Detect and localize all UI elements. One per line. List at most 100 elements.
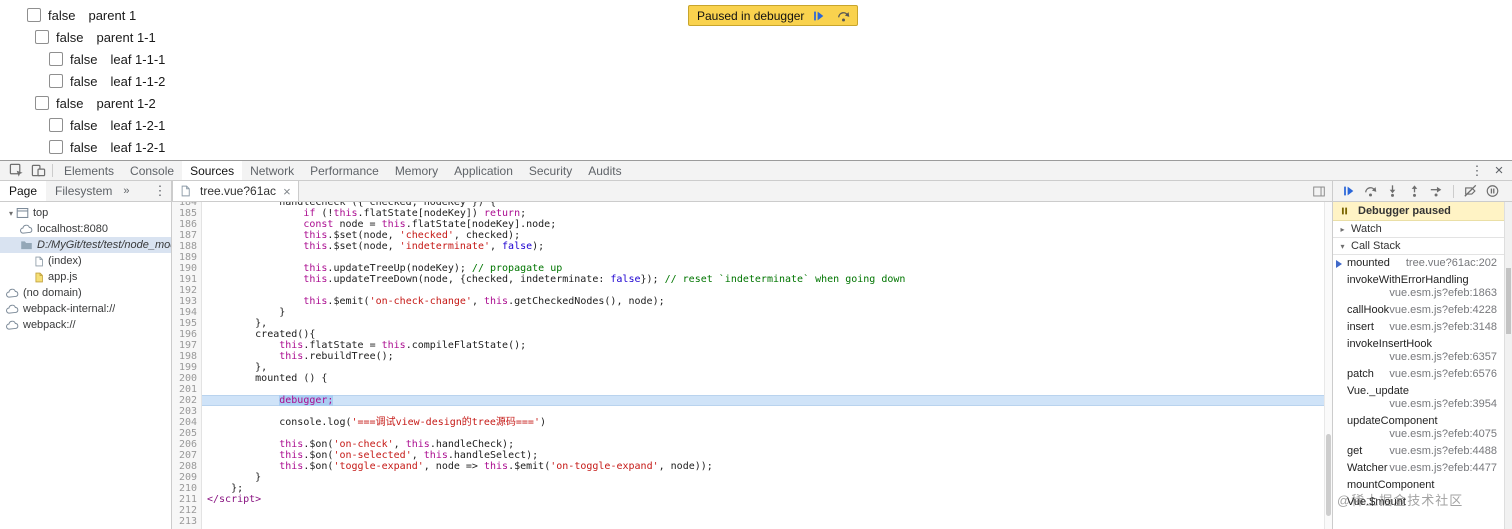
- code-line[interactable]: this.$set(node, 'checked', checked);: [207, 230, 1332, 241]
- toggle-sidebar-icon[interactable]: [1312, 181, 1332, 201]
- gutter-line-number[interactable]: 200: [172, 373, 197, 384]
- deactivate-breakpoints-icon[interactable]: [1462, 183, 1479, 200]
- tab-elements[interactable]: Elements: [56, 161, 122, 180]
- gutter-line-number[interactable]: 211: [172, 494, 197, 505]
- editor-code[interactable]: handleCheck ({ checked, nodeKey }) { if …: [202, 202, 1332, 529]
- window-scrollbar[interactable]: [1504, 202, 1512, 529]
- code-line[interactable]: };: [207, 483, 1332, 494]
- file-tree-item[interactable]: D:/MyGit/test/test/node_modules/vie: [0, 237, 171, 253]
- step-over-icon[interactable]: [833, 9, 854, 23]
- frame-location[interactable]: vue.esm.js?efeb:6357: [1389, 351, 1497, 364]
- devtools-close-icon[interactable]: ×: [1488, 162, 1510, 179]
- window-scrollbar-thumb[interactable]: [1506, 268, 1511, 334]
- code-line[interactable]: },: [207, 362, 1332, 373]
- code-line[interactable]: this.$set(node, 'indeterminate', false);: [207, 241, 1332, 252]
- file-tree-item[interactable]: (no domain): [0, 285, 171, 301]
- gutter-line-number[interactable]: 189: [172, 252, 197, 263]
- code-line[interactable]: [207, 384, 1332, 395]
- call-stack-frame[interactable]: Watcher vue.esm.js?efeb:4477: [1333, 460, 1504, 477]
- devtools-menu-icon[interactable]: ⋮: [1466, 163, 1488, 179]
- file-tree-item[interactable]: webpack://: [0, 317, 171, 333]
- gutter-line-number[interactable]: 209: [172, 472, 197, 483]
- gutter-line-number[interactable]: 203: [172, 406, 197, 417]
- gutter-line-number[interactable]: 187: [172, 230, 197, 241]
- step-icon[interactable]: [1428, 183, 1445, 200]
- code-line[interactable]: this.updateTreeUp(nodeKey); // propagate…: [207, 263, 1332, 274]
- code-line[interactable]: if (!this.flatState[nodeKey]) return;: [207, 208, 1332, 219]
- call-stack-section-header[interactable]: ▾ Call Stack: [1333, 238, 1504, 255]
- tab-close-icon[interactable]: ×: [281, 184, 293, 199]
- code-line[interactable]: created(){: [207, 329, 1332, 340]
- gutter-line-number[interactable]: 205: [172, 428, 197, 439]
- tree-checkbox[interactable]: [49, 74, 63, 88]
- code-line[interactable]: </script>: [207, 494, 1332, 505]
- gutter-line-number[interactable]: 199: [172, 362, 197, 373]
- gutter-line-number[interactable]: 198: [172, 351, 197, 362]
- gutter-line-number[interactable]: 210: [172, 483, 197, 494]
- call-stack-frame[interactable]: invokeInsertHook vue.esm.js?efeb:6357: [1333, 336, 1504, 366]
- gutter-line-number[interactable]: 192: [172, 285, 197, 296]
- code-line[interactable]: const node = this.flatState[nodeKey].nod…: [207, 219, 1332, 230]
- tab-network[interactable]: Network: [242, 161, 302, 180]
- code-line[interactable]: this.rebuildTree();: [207, 351, 1332, 362]
- code-line[interactable]: mounted () {: [207, 373, 1332, 384]
- gutter-line-number[interactable]: 191: [172, 274, 197, 285]
- tree-checkbox[interactable]: [49, 118, 63, 132]
- gutter-line-number[interactable]: 195: [172, 318, 197, 329]
- gutter-line-number[interactable]: 206: [172, 439, 197, 450]
- tree-node-label[interactable]: leaf 1-1-2: [110, 74, 165, 89]
- call-stack-frame[interactable]: callHook vue.esm.js?efeb:4228: [1333, 302, 1504, 319]
- frame-location[interactable]: tree.vue?61ac:202: [1406, 257, 1497, 270]
- code-line[interactable]: }: [207, 472, 1332, 483]
- call-stack-frame[interactable]: updateComponent vue.esm.js?efeb:4075: [1333, 413, 1504, 443]
- code-line[interactable]: this.$on('toggle-expand', node => this.$…: [207, 461, 1332, 472]
- device-toolbar-icon[interactable]: [27, 161, 49, 180]
- frame-location[interactable]: vue.esm.js?efeb:1863: [1389, 287, 1497, 300]
- frame-location[interactable]: vue.esm.js?efeb:4477: [1389, 462, 1497, 475]
- tree-checkbox[interactable]: [49, 140, 63, 154]
- sidebar-tab-filesystem[interactable]: Filesystem: [46, 181, 121, 201]
- call-stack-frame[interactable]: patch vue.esm.js?efeb:6576: [1333, 366, 1504, 383]
- code-line[interactable]: [207, 428, 1332, 439]
- tree-node-label[interactable]: leaf 1-2-1: [110, 140, 165, 155]
- gutter-line-number[interactable]: 190: [172, 263, 197, 274]
- gutter-line-number[interactable]: 212: [172, 505, 197, 516]
- gutter-line-number[interactable]: 213: [172, 516, 197, 527]
- frame-location[interactable]: vue.esm.js?efeb:4488: [1389, 445, 1497, 458]
- call-stack-frame[interactable]: mountComponent: [1333, 477, 1504, 494]
- tree-checkbox[interactable]: [27, 8, 41, 22]
- tab-performance[interactable]: Performance: [302, 161, 387, 180]
- tree-checkbox[interactable]: [35, 30, 49, 44]
- file-tree-item[interactable]: app.js: [0, 269, 171, 285]
- tree-node-label[interactable]: parent 1: [88, 8, 136, 23]
- call-stack-frame[interactable]: mounted tree.vue?61ac:202: [1333, 255, 1504, 272]
- call-stack-frame[interactable]: invokeWithErrorHandling vue.esm.js?efeb:1…: [1333, 272, 1504, 302]
- frame-location[interactable]: vue.esm.js?efeb:6576: [1389, 368, 1497, 381]
- caret-down-icon[interactable]: ▾: [6, 209, 16, 218]
- code-line[interactable]: }: [207, 307, 1332, 318]
- gutter-line-number[interactable]: 197: [172, 340, 197, 351]
- inspect-element-icon[interactable]: [5, 161, 27, 180]
- tree-checkbox[interactable]: [35, 96, 49, 110]
- code-line[interactable]: this.$on('on-check', this.handleCheck);: [207, 439, 1332, 450]
- tree-node-label[interactable]: leaf 1-1-1: [110, 52, 165, 67]
- tree-node-label[interactable]: parent 1-2: [96, 96, 155, 111]
- more-tabs-chevron-icon[interactable]: »: [121, 185, 131, 197]
- gutter-line-number[interactable]: 201: [172, 384, 197, 395]
- editor-scrollbar[interactable]: [1324, 202, 1332, 529]
- file-tree-item[interactable]: ▾ top: [0, 205, 171, 221]
- tab-application[interactable]: Application: [446, 161, 521, 180]
- navigator-menu-icon[interactable]: ⋮: [149, 183, 171, 199]
- code-line[interactable]: debugger;: [202, 395, 1324, 406]
- pause-on-exceptions-icon[interactable]: [1484, 183, 1501, 200]
- code-line[interactable]: },: [207, 318, 1332, 329]
- code-line[interactable]: this.flatState = this.compileFlatState()…: [207, 340, 1332, 351]
- gutter-line-number[interactable]: 202: [172, 395, 197, 406]
- resume-icon[interactable]: [1340, 183, 1357, 200]
- step-out-icon[interactable]: [1406, 183, 1423, 200]
- gutter-line-number[interactable]: 204: [172, 417, 197, 428]
- gutter-line-number[interactable]: 188: [172, 241, 197, 252]
- gutter-line-number[interactable]: 185: [172, 208, 197, 219]
- gutter-line-number[interactable]: 186: [172, 219, 197, 230]
- watch-section-header[interactable]: ▸ Watch: [1333, 221, 1504, 238]
